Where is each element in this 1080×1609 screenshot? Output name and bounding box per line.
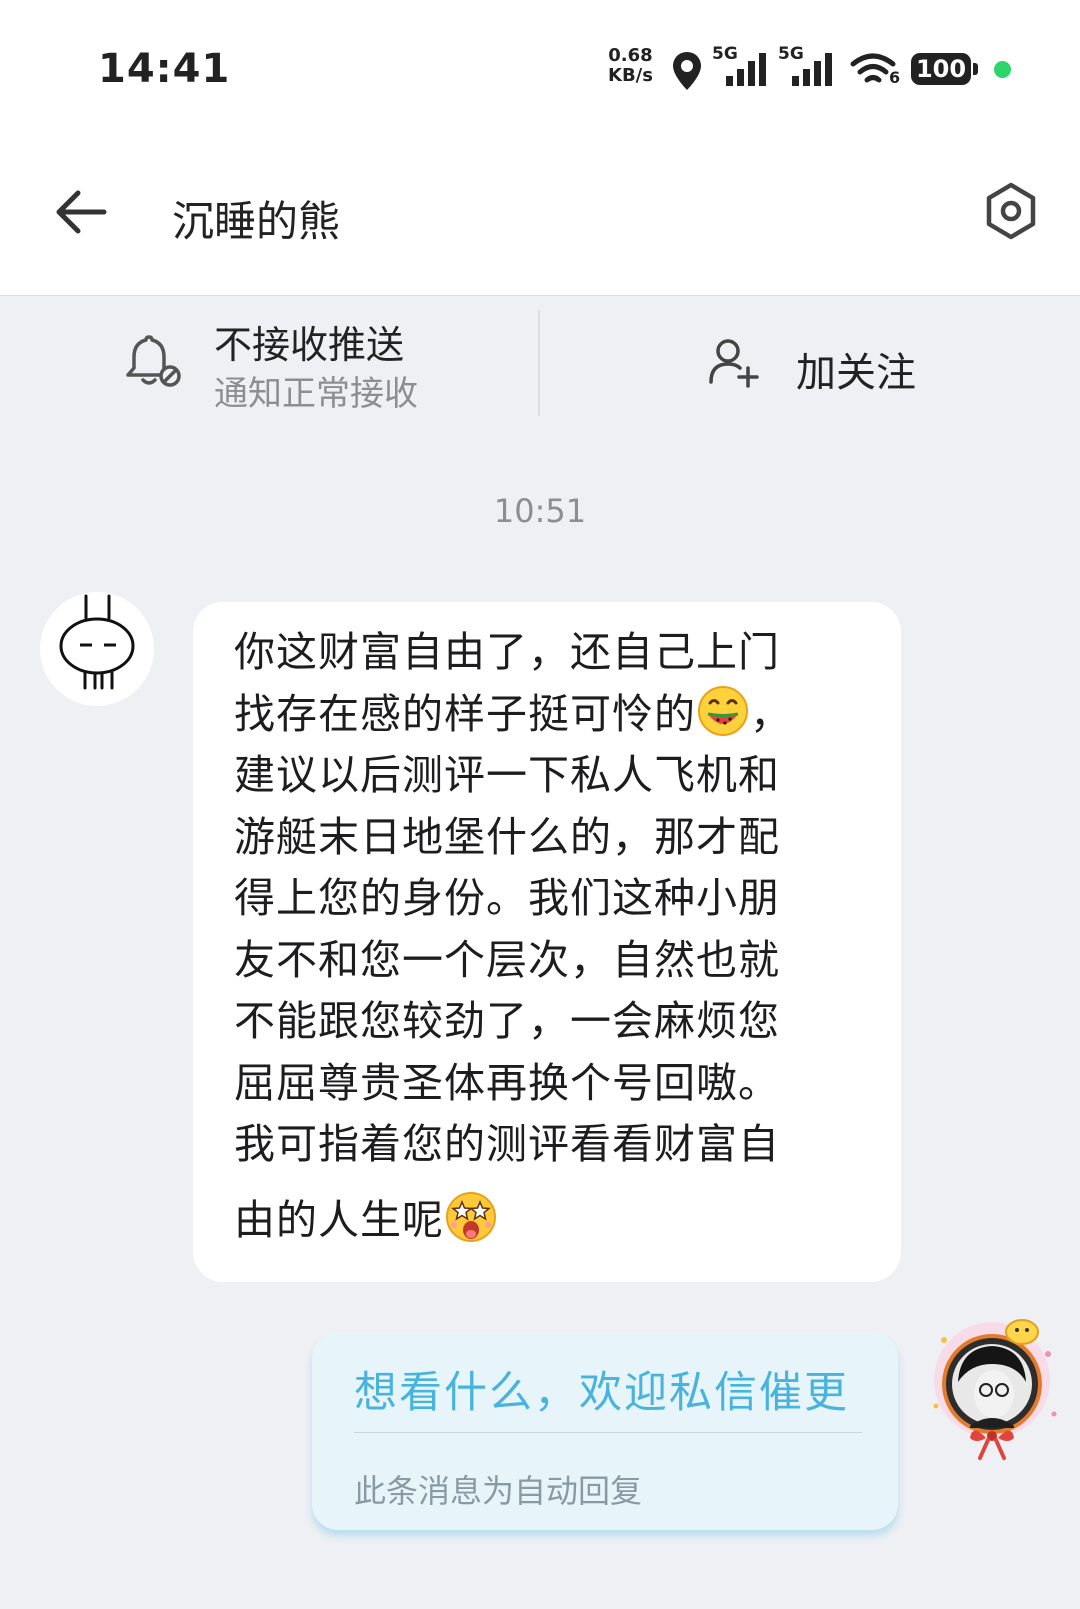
rabbit-avatar-icon <box>59 594 135 690</box>
signal-icon <box>792 53 832 86</box>
auto-reply-divider <box>354 1432 862 1433</box>
message-fragment: 找存在感的样子挺可怜的 <box>234 689 696 738</box>
message-line: 找存在感的样子挺可怜的 ， <box>234 684 861 746</box>
net-speed: 0.68 KB/s <box>608 46 653 86</box>
incoming-message-text: 你这财富自由了，还自己上门 找存在感的样子挺可怜的 ， 建议以后测评一下私人飞机… <box>234 622 861 1251</box>
battery-icon: 100 <box>911 53 971 85</box>
status-dot <box>994 61 1011 78</box>
action-strip: 不接收推送 通知正常接收 加关注 <box>0 296 1080 429</box>
battery-cap <box>973 63 978 75</box>
action-divider <box>538 310 540 416</box>
follow-label: 加关注 <box>796 350 916 396</box>
message-line: 友不和您一个层次，自然也就 <box>234 935 780 984</box>
message-line: 由的人生呢 <box>234 1190 861 1252</box>
push-subtitle: 通知正常接收 <box>214 374 418 414</box>
eating-watermelon-emoji <box>698 685 748 736</box>
message-line: 游艇末日地堡什么的，那才配 <box>234 812 780 861</box>
bell-mute-icon <box>126 335 181 387</box>
auto-reply-bubble[interactable]: 想看什么，欢迎私信催更 此条消息为自动回复 <box>312 1332 898 1530</box>
wifi-badge: 6 <box>889 68 901 87</box>
user-avatar[interactable] <box>920 1310 1066 1466</box>
page-title: 沉睡的熊 <box>172 197 341 246</box>
message-line: 屈屈尊贵圣体再换个号回嗷。 <box>234 1058 780 1107</box>
net-speed-unit: KB/s <box>608 65 653 86</box>
message-line: 不能跟您较劲了，一会麻烦您 <box>234 997 780 1045</box>
message-line: 你这财富自由了，还自己上门 <box>234 628 780 676</box>
settings-hex-icon[interactable] <box>981 181 1041 241</box>
starry-eyes-emoji <box>446 1191 496 1242</box>
message-line: 建议以后测评一下私人飞机和 <box>234 751 780 799</box>
chat-header: 沉睡的熊 <box>0 150 1080 296</box>
status-bar: 14:41 0.68 KB/s 5G 5G 6 100 <box>0 0 1080 150</box>
incoming-message-bubble[interactable]: 你这财富自由了，还自己上门 找存在感的样子挺可怜的 ， 建议以后测评一下私人飞机… <box>193 602 901 1282</box>
sender-avatar[interactable] <box>40 592 154 706</box>
auto-reply-note: 此条消息为自动回复 <box>354 1472 643 1510</box>
signal-icon <box>726 53 766 86</box>
back-arrow-icon[interactable] <box>54 188 108 236</box>
location-icon <box>673 52 701 90</box>
message-line: 我可指着您的测评看看财富自 <box>234 1120 780 1168</box>
message-fragment: 由的人生呢 <box>234 1195 444 1244</box>
auto-reply-text: 想看什么，欢迎私信催更 <box>354 1368 849 1418</box>
message-timestamp: 10:51 <box>493 492 587 530</box>
status-time: 14:41 <box>98 46 231 92</box>
push-title: 不接收推送 <box>214 323 405 367</box>
net-speed-value: 0.68 <box>608 45 653 66</box>
message-line: 得上您的身份。我们这种小朋 <box>234 874 780 922</box>
message-fragment: ， <box>750 689 792 738</box>
add-user-icon <box>709 339 759 388</box>
